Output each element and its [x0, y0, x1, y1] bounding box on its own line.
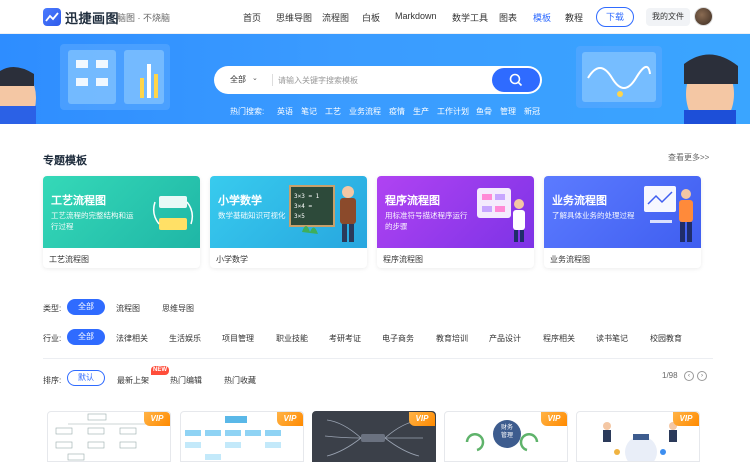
industry-filter-label: 行业: — [43, 334, 62, 343]
process-illustration — [152, 196, 194, 230]
chevron-left-icon[interactable]: ‹ — [684, 371, 694, 381]
vip-badge: VIP — [541, 412, 567, 426]
industry-filter-all[interactable]: 全部 — [67, 329, 105, 345]
banner-left-illustration — [0, 44, 170, 124]
vip-badge: VIP — [144, 412, 170, 426]
hot-search-label: 热门搜索: — [230, 107, 265, 116]
vip-badge: VIP — [277, 412, 303, 426]
top-nav: 迅捷画图 脑图 · 不烧脑 首页 思维导图 流程图 白板 Markdown 数学… — [0, 0, 750, 34]
sort-newest[interactable]: 最新上架 — [117, 375, 149, 386]
chevron-down-icon[interactable]: ⌄ — [252, 74, 258, 82]
nav-charts[interactable]: 图表 — [499, 11, 517, 24]
topic-card-desc: 用标准符号描述程序运行的步骤 — [385, 211, 468, 231]
topic-card[interactable]: 业务流程图 了解具体业务的处理过程 业务流程图 — [544, 176, 701, 268]
chevron-right-icon[interactable]: › — [697, 371, 707, 381]
topic-card-caption: 业务流程图 — [550, 255, 590, 264]
template-thumbnail[interactable]: VIP — [47, 411, 171, 462]
topic-card[interactable]: 3×3 = 1 3×4 = 3×5 小学数学 数学基础知识可视化 小学数学 — [210, 176, 367, 268]
avatar[interactable] — [694, 7, 713, 26]
industry-filter-option[interactable]: 项目管理 — [222, 333, 254, 344]
hot-search-word[interactable]: 工艺 — [325, 106, 341, 117]
nav-markdown[interactable]: Markdown — [395, 11, 437, 21]
hot-search-word[interactable]: 鱼骨 — [476, 106, 492, 117]
sort-label: 排序: — [43, 376, 62, 385]
template-thumbnail[interactable]: VIP — [576, 411, 700, 462]
brand-name[interactable]: 迅捷画图 — [65, 8, 119, 27]
topic-card-title: 工艺流程图 — [51, 195, 106, 207]
search-category-select[interactable]: 全部 — [230, 74, 246, 85]
topic-card-desc: 了解具体业务的处理过程 — [552, 211, 635, 220]
industry-filter-option[interactable]: 职业技能 — [276, 333, 308, 344]
logo-icon[interactable] — [43, 8, 61, 26]
topic-card-title: 小学数学 — [218, 195, 262, 207]
topic-card[interactable]: 程序流程图 用标准符号描述程序运行的步骤 程序流程图 — [377, 176, 534, 268]
hot-search-word[interactable]: 新冠 — [524, 106, 540, 117]
nav-math-tools[interactable]: 数学工具 — [452, 11, 488, 24]
nav-flowchart[interactable]: 流程图 — [322, 11, 349, 24]
nav-tutorials[interactable]: 教程 — [565, 11, 583, 24]
business-illustration — [644, 186, 693, 242]
search-bar: 全部 ⌄ — [214, 66, 542, 94]
search-banner: 全部 ⌄ 热门搜索: 英语 笔记 工艺 业务流程 疫情 生产 工作计划 鱼骨 管… — [0, 34, 750, 124]
industry-filter-option[interactable]: 考研考证 — [329, 333, 361, 344]
hot-search-word[interactable]: 英语 — [277, 106, 293, 117]
topic-card-caption: 工艺流程图 — [49, 255, 89, 264]
hot-search-word[interactable]: 疫情 — [389, 106, 405, 117]
nav-whiteboard[interactable]: 白板 — [362, 11, 380, 24]
topic-card-title: 业务流程图 — [552, 195, 607, 207]
template-thumbnail[interactable]: VIP — [180, 411, 304, 462]
industry-filter-option[interactable]: 教育培训 — [436, 333, 468, 344]
hot-search-word[interactable]: 业务流程 — [349, 106, 381, 117]
vip-badge: VIP — [673, 412, 699, 426]
sort-hot-favorite[interactable]: 热门收藏 — [224, 375, 256, 386]
nav-home[interactable]: 首页 — [243, 11, 261, 24]
hot-search-word[interactable]: 管理 — [500, 106, 516, 117]
vip-badge: VIP — [409, 412, 435, 426]
topic-card-caption: 程序流程图 — [383, 255, 423, 264]
industry-filter-option[interactable]: 法律相关 — [116, 333, 148, 344]
banner-right-illustration — [576, 46, 738, 124]
search-input[interactable] — [278, 72, 498, 88]
hot-search-word[interactable]: 生产 — [413, 106, 429, 117]
download-button[interactable]: 下载 — [596, 7, 634, 27]
search-separator — [272, 74, 273, 86]
type-filter-all[interactable]: 全部 — [67, 299, 105, 315]
sort-hot-edit[interactable]: 热门编辑 — [170, 375, 202, 386]
template-thumbnail[interactable]: VIP — [312, 411, 436, 462]
topic-card-desc: 数学基础知识可视化 — [218, 211, 286, 220]
nav-mindmap[interactable]: 思维导图 — [276, 11, 312, 24]
hot-search-word[interactable]: 工作计划 — [437, 106, 469, 117]
search-button[interactable] — [492, 68, 540, 92]
see-more-link[interactable]: 查看更多>> — [668, 152, 709, 163]
topic-card-title: 程序流程图 — [385, 195, 440, 207]
my-files-button[interactable]: 我的文件 — [646, 8, 690, 26]
brand-tagline: 脑图 · 不烧脑 — [117, 13, 170, 23]
program-illustration — [477, 188, 525, 242]
topic-card-desc: 工艺流程的完整结构和运行过程 — [51, 211, 134, 231]
svg-text:3×3 = 1: 3×3 = 1 — [294, 193, 320, 200]
new-badge: NEW — [151, 366, 169, 375]
template-thumbnail[interactable]: 财务管理 VIP — [444, 411, 568, 462]
topic-card-caption: 小学数学 — [216, 255, 248, 264]
industry-filter-option[interactable]: 电子商务 — [382, 333, 414, 344]
search-icon — [509, 73, 523, 87]
industry-filter-option[interactable]: 校园教育 — [650, 333, 682, 344]
svg-text:3×4 =: 3×4 = — [294, 203, 312, 210]
hot-search-word[interactable]: 笔记 — [301, 106, 317, 117]
filter-divider — [43, 358, 713, 359]
industry-filter-option[interactable]: 程序相关 — [543, 333, 575, 344]
sort-default[interactable]: 默认 — [67, 370, 105, 386]
page-indicator: 1/98 — [662, 371, 678, 380]
nav-templates[interactable]: 模板 — [533, 11, 551, 24]
type-filter-label: 类型: — [43, 304, 62, 313]
industry-filter-option[interactable]: 产品设计 — [489, 333, 521, 344]
template-center-label: 财务管理 — [500, 425, 513, 439]
section-title: 专题模板 — [43, 155, 87, 167]
type-filter-mindmap[interactable]: 思维导图 — [162, 303, 194, 314]
type-filter-flowchart[interactable]: 流程图 — [116, 303, 140, 314]
industry-filter-option[interactable]: 生活娱乐 — [169, 333, 201, 344]
industry-filter-option[interactable]: 读书笔记 — [596, 333, 628, 344]
topic-card[interactable]: 工艺流程图 工艺流程的完整结构和运行过程 工艺流程图 — [43, 176, 200, 268]
